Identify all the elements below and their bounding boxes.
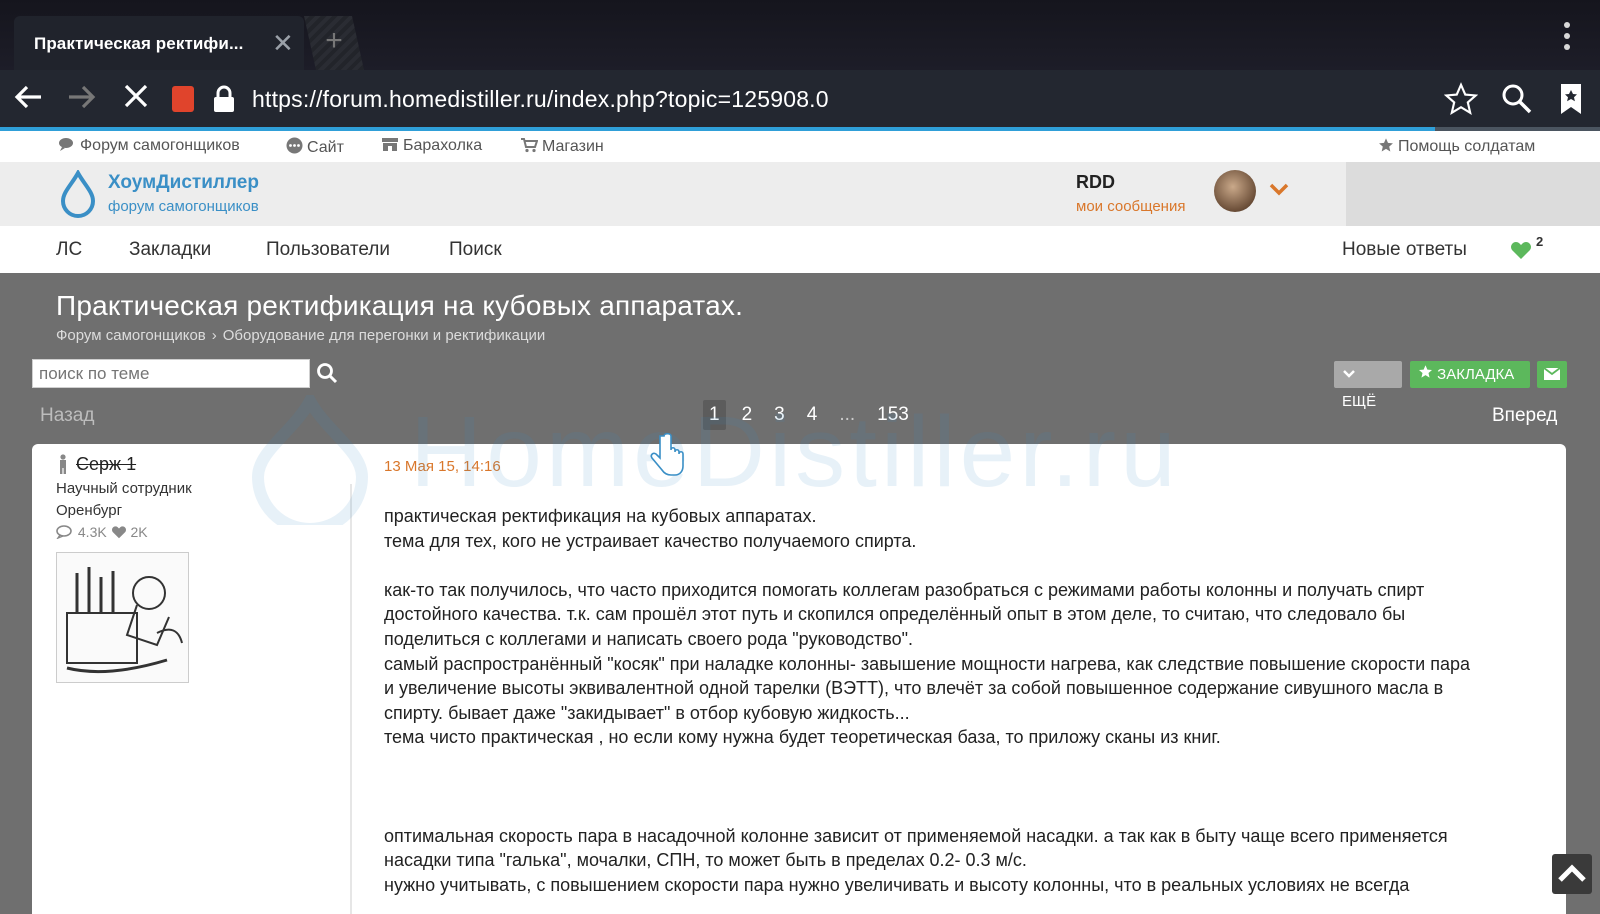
- page-last[interactable]: 153: [871, 400, 915, 430]
- post-line: насадки типа "галька", мочалки, СПН, то …: [384, 850, 1027, 871]
- post-line: достойного качества. т.к. сам прошёл это…: [384, 604, 1406, 625]
- author-avatar[interactable]: [56, 552, 189, 683]
- page-1[interactable]: 1: [703, 400, 726, 430]
- topic-search-input[interactable]: [32, 359, 310, 388]
- post-line: спирту. бывает даже "закидывает" в отбор…: [384, 702, 910, 723]
- post-date[interactable]: 13 Мая 15, 14:16: [384, 458, 501, 475]
- chevron-right-icon: ›: [211, 327, 217, 344]
- address-bar: https://forum.homedistiller.ru/index.php…: [0, 70, 1600, 130]
- pager-back[interactable]: Назад: [40, 405, 94, 427]
- post-line: поделиться с коллегами и написать своего…: [384, 628, 914, 649]
- author-posts-count: 4.3K: [77, 524, 107, 540]
- topic-title: Практическая ректификация на кубовых апп…: [56, 290, 744, 321]
- search-icon[interactable]: [316, 362, 338, 389]
- chat-icon: [59, 138, 73, 151]
- topnav-site-link[interactable]: Сайт: [286, 137, 344, 157]
- user-avatar[interactable]: [1214, 170, 1256, 212]
- user-status-icon: [56, 454, 70, 479]
- breadcrumb-forum[interactable]: Форум самогонщиков: [56, 327, 206, 344]
- close-tab-icon[interactable]: ✕: [272, 28, 294, 59]
- heart-icon: [111, 526, 126, 539]
- topnav-shop-link[interactable]: Магазин: [520, 137, 604, 156]
- pager-forward[interactable]: Вперед: [1492, 405, 1557, 427]
- post-line: [384, 750, 1534, 775]
- chevron-up-icon: [1558, 864, 1586, 882]
- topnav-market-link[interactable]: Барахолка: [381, 137, 482, 155]
- hand-cursor-icon: [648, 432, 684, 483]
- main-nav: ЛС Закладки Пользователи Поиск Новые отв…: [0, 226, 1600, 273]
- nav-search[interactable]: Поиск: [449, 239, 502, 261]
- page-3[interactable]: 3: [768, 400, 791, 430]
- post-line: как-то так получилось, что часто приходи…: [384, 579, 1425, 600]
- site-favicon-icon: [172, 86, 194, 112]
- post-line: практическая ректификация на кубовых апп…: [384, 506, 817, 526]
- site-subtitle: форум самогонщиков: [108, 198, 259, 215]
- nav-bookmarks[interactable]: Закладки: [129, 239, 211, 261]
- url-text[interactable]: https://forum.homedistiller.ru/index.php…: [252, 86, 829, 113]
- dots-circle-icon: [286, 137, 303, 154]
- post-line: [384, 775, 1534, 800]
- site-name[interactable]: ХоумДистиллер: [108, 172, 259, 194]
- forum-top-nav: Форум самогонщиков Сайт Барахолка Магази…: [0, 131, 1600, 162]
- post-body: практическая ректификация на кубовых апп…: [384, 504, 1534, 898]
- chevron-down-icon: [1343, 370, 1355, 378]
- stop-loading-icon[interactable]: [116, 80, 156, 120]
- back-arrow-icon[interactable]: [8, 80, 48, 120]
- post-line: [384, 799, 1534, 824]
- bookmark-button[interactable]: ЗАКЛАДКА: [1410, 361, 1530, 388]
- more-button[interactable]: ЕЩЁ: [1334, 361, 1402, 410]
- nav-pm[interactable]: ЛС: [56, 239, 82, 261]
- username[interactable]: RDD: [1076, 172, 1115, 193]
- cart-icon: [521, 138, 539, 153]
- logo-drop-icon[interactable]: [60, 168, 96, 223]
- author-city: Оренбург: [56, 502, 123, 519]
- chevron-down-icon[interactable]: [1268, 182, 1290, 201]
- forward-arrow-icon[interactable]: [62, 80, 102, 120]
- author-role: Научный сотрудник: [56, 480, 192, 497]
- tab-title: Практическая ректифи...: [34, 34, 244, 53]
- star-icon: [1419, 365, 1432, 378]
- breadcrumb: Форум самогонщиков › Оборудование для пере…: [56, 327, 545, 344]
- browser-menu-icon[interactable]: [1564, 22, 1572, 55]
- post-author[interactable]: Серж 1: [76, 454, 136, 475]
- post-line: тема чисто практическая , но если кому н…: [384, 727, 1221, 748]
- mail-button[interactable]: [1537, 361, 1567, 388]
- post-card: Серж 1 Научный сотрудник Оренбург 4.3K 2…: [32, 444, 1566, 914]
- envelope-icon: [1543, 367, 1561, 380]
- heart-icon[interactable]: [1510, 240, 1532, 266]
- breadcrumb-section[interactable]: Оборудование для перегонки и ректификаци…: [223, 327, 546, 344]
- shop-icon: [382, 138, 398, 151]
- topnav-forum-link[interactable]: Форум самогонщиков: [58, 137, 240, 155]
- pagination: 1 2 3 4... 153: [703, 400, 925, 430]
- my-messages-link[interactable]: мои сообщения: [1076, 198, 1185, 215]
- post-line: самый распространённый "косяк" при налад…: [384, 653, 1470, 674]
- nav-new-replies[interactable]: Новые ответы: [1342, 239, 1467, 261]
- author-stats: 4.3K 2K: [56, 524, 148, 540]
- forum-header: ХоумДистиллер форум самогонщиков RDD мои…: [0, 162, 1600, 226]
- post-line: [384, 553, 1534, 578]
- post-line: оптимальная скорость пара в насадочной к…: [384, 825, 1448, 846]
- star-icon: [1379, 138, 1393, 152]
- search-icon[interactable]: [1500, 82, 1534, 121]
- star-bookmark-icon[interactable]: [1443, 82, 1479, 121]
- browser-tab[interactable]: Практическая ректифи... ✕: [14, 16, 304, 70]
- new-tab-icon[interactable]: +: [304, 16, 364, 70]
- likes-badge: 2: [1536, 234, 1544, 249]
- browser-tab-bar: Практическая ректифи... ✕ +: [0, 0, 1600, 70]
- nav-users[interactable]: Пользователи: [266, 239, 390, 261]
- scroll-top-button[interactable]: [1552, 854, 1592, 894]
- comments-icon: [56, 525, 72, 540]
- pager-ellipsis: ...: [839, 404, 856, 425]
- bookmarks-icon[interactable]: [1558, 82, 1584, 121]
- page-2[interactable]: 2: [736, 400, 759, 430]
- lock-icon: [212, 84, 236, 119]
- post-line: и увеличение высоты эквивалентной одной …: [384, 678, 1444, 699]
- page-4[interactable]: 4: [801, 400, 824, 430]
- author-likes-count: 2K: [130, 524, 148, 540]
- post-line: тема для тех, кого не устраивает качеств…: [384, 530, 917, 551]
- post-line: нужно учитывать, с повышением скорости п…: [384, 874, 1410, 895]
- topnav-help-link[interactable]: Помощь солдатам: [1378, 137, 1535, 156]
